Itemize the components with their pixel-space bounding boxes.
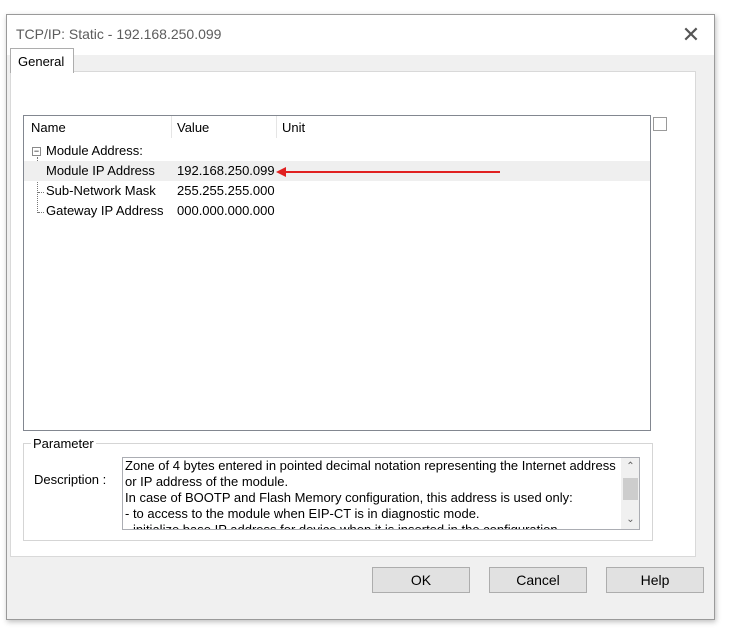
row-value[interactable]: 192.168.250.099 [177, 163, 275, 178]
tab-general-label: General [18, 54, 65, 69]
column-header-unit[interactable]: Unit [282, 120, 305, 135]
ok-button[interactable]: OK [372, 567, 470, 593]
description-textbox[interactable]: Zone of 4 bytes entered in pointed decim… [122, 457, 640, 530]
column-header-value[interactable]: Value [177, 120, 209, 135]
collapse-icon[interactable]: − [32, 147, 41, 156]
scrollbar-thumb[interactable] [623, 478, 638, 500]
cancel-button[interactable]: Cancel [489, 567, 587, 593]
red-arrow-icon [284, 171, 500, 173]
column-header-name[interactable]: Name [31, 120, 66, 135]
close-icon[interactable]: ✕ [677, 21, 705, 49]
table-row[interactable]: Gateway IP Address 000.000.000.000 [24, 201, 650, 221]
tree-group-row[interactable]: − Module Address: [24, 141, 650, 161]
title-bar[interactable]: TCP/IP: Static - 192.168.250.099 ✕ [7, 15, 714, 55]
parameter-legend: Parameter [31, 436, 96, 451]
column-separator[interactable] [276, 116, 277, 138]
vertical-scrollbar[interactable]: ⌃ ⌄ [621, 458, 639, 529]
tab-general[interactable]: General [10, 48, 74, 73]
window-title: TCP/IP: Static - 192.168.250.099 [16, 26, 222, 42]
description-text: Zone of 4 bytes entered in pointed decim… [125, 458, 616, 530]
scroll-down-icon[interactable]: ⌄ [621, 511, 639, 529]
column-separator[interactable] [171, 116, 172, 138]
help-button[interactable]: Help [606, 567, 704, 593]
table-row[interactable]: Sub-Network Mask 255.255.255.000 [24, 181, 650, 201]
row-value[interactable]: 000.000.000.000 [177, 203, 275, 218]
row-name: Gateway IP Address [46, 203, 164, 218]
group-label: Module Address: [46, 143, 143, 158]
property-grid[interactable]: Name Value Unit − Module Address: Module… [23, 115, 651, 431]
scroll-up-icon[interactable]: ⌃ [621, 458, 639, 476]
grid-corner-button[interactable] [653, 117, 667, 131]
description-label: Description : [34, 472, 107, 487]
row-value[interactable]: 255.255.255.000 [177, 183, 275, 198]
row-name: Module IP Address [46, 163, 155, 178]
arrow-head-icon [276, 167, 286, 177]
row-name: Sub-Network Mask [46, 183, 156, 198]
